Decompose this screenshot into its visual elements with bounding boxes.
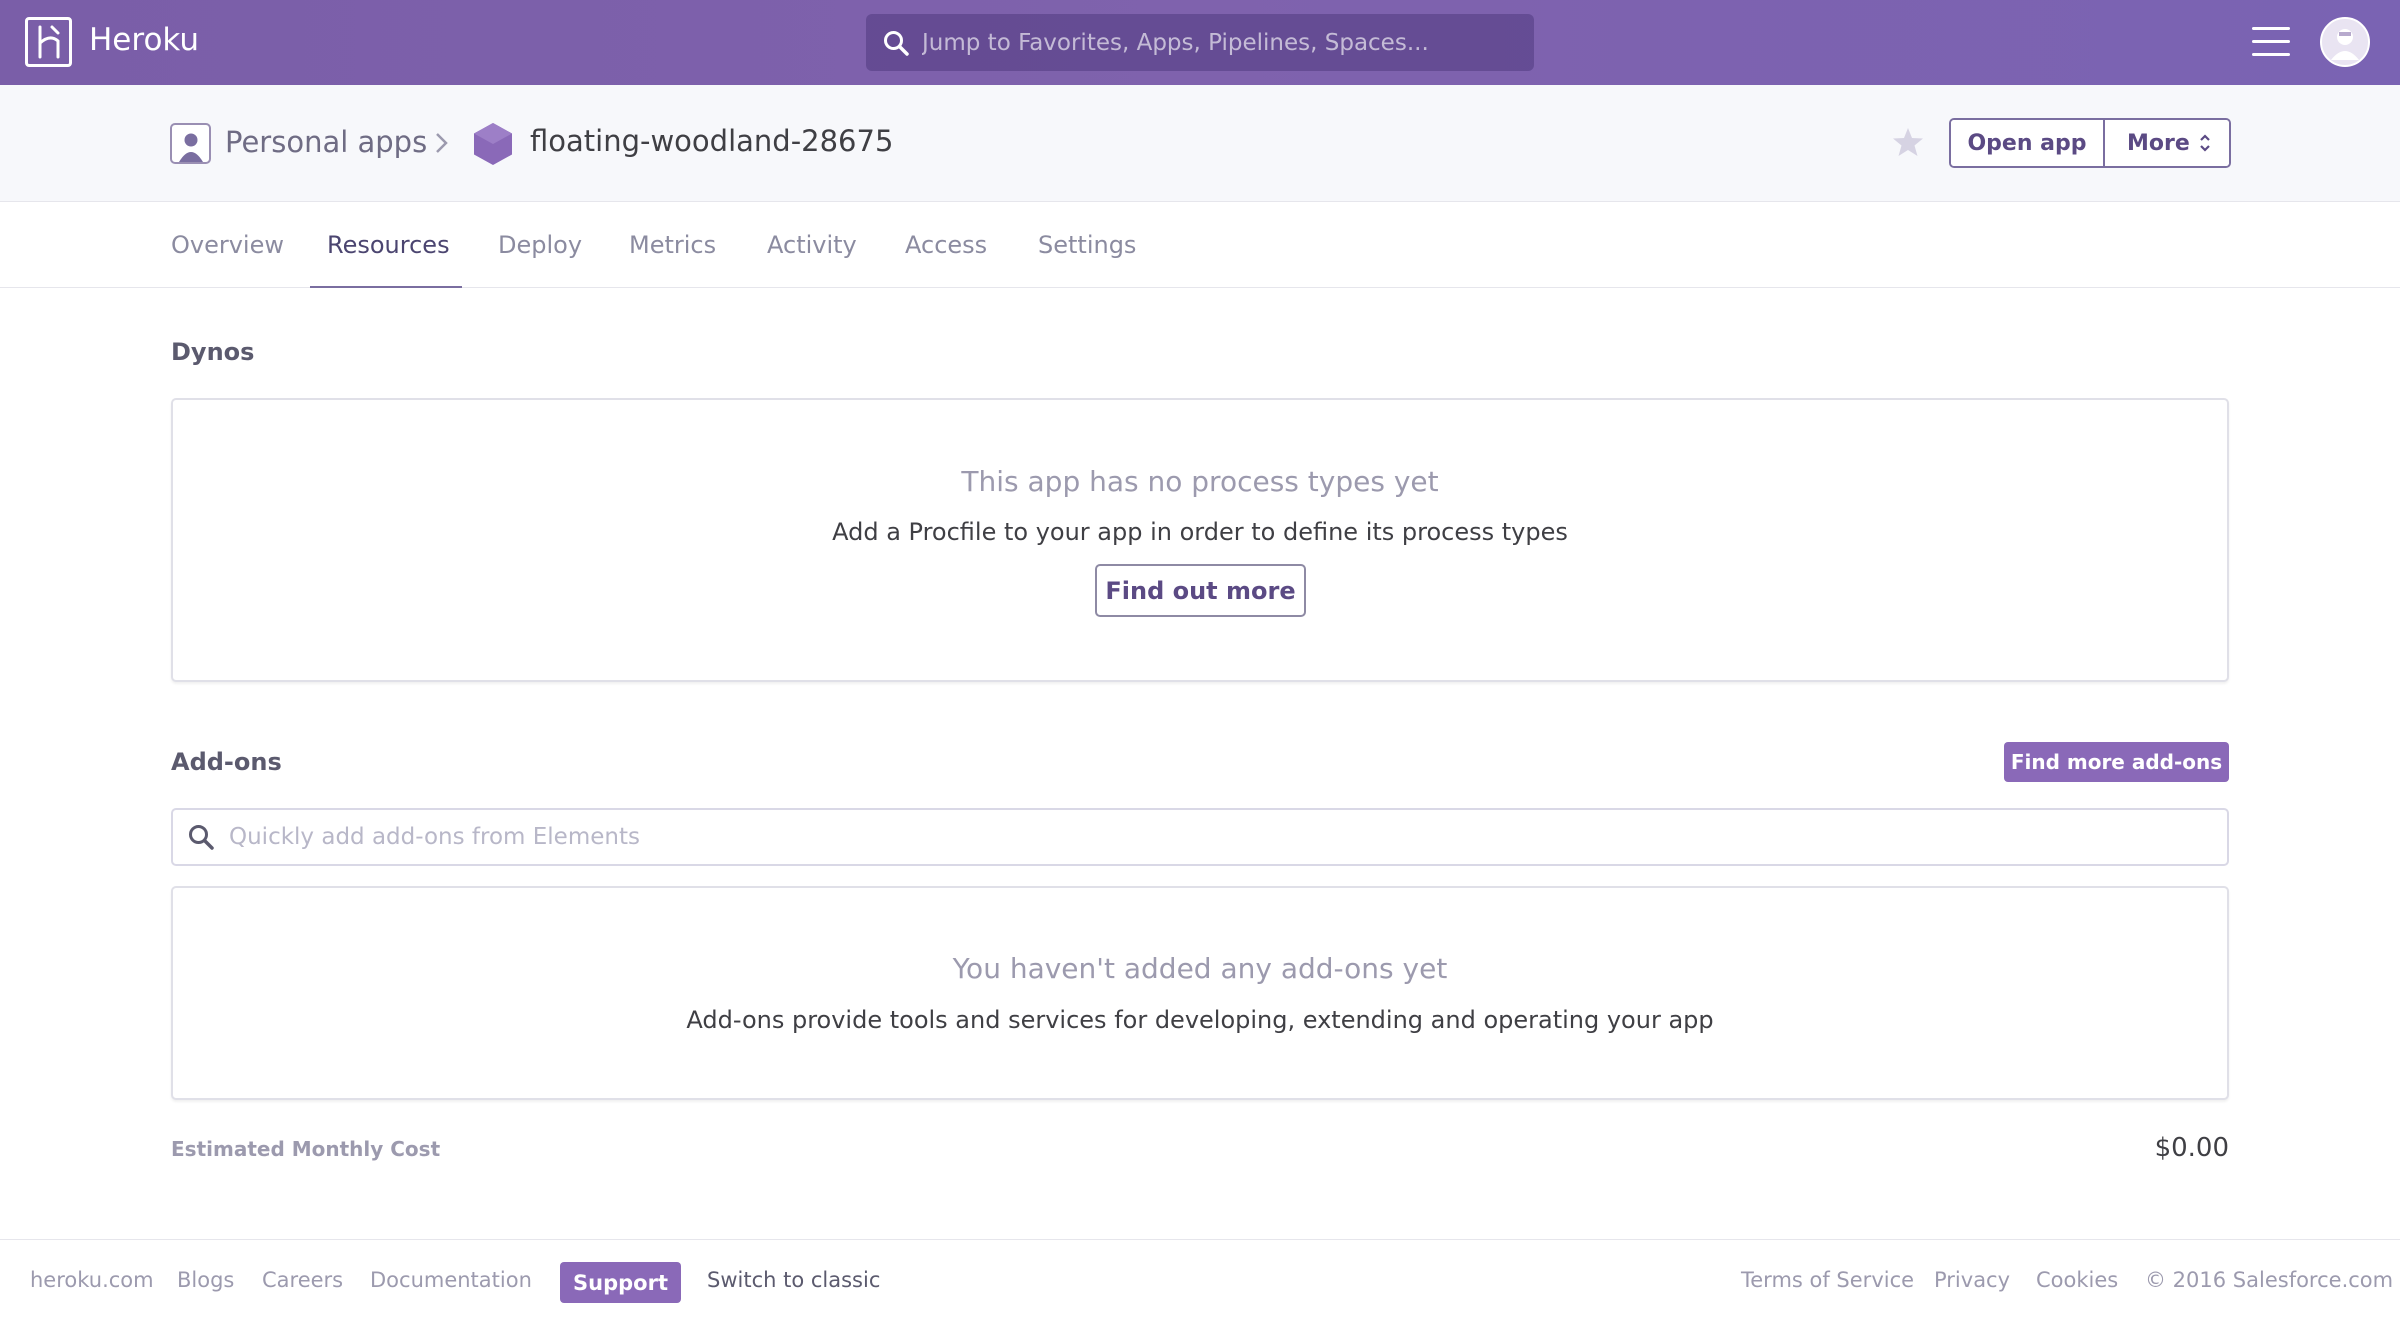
more-label: More xyxy=(2127,130,2190,156)
brand-name[interactable]: Heroku xyxy=(89,22,199,58)
addon-search-input[interactable] xyxy=(229,824,2227,850)
active-tab-indicator xyxy=(310,286,462,288)
chevron-up-down-icon xyxy=(2200,134,2210,152)
tab-deploy[interactable]: Deploy xyxy=(498,202,582,288)
hamburger-icon[interactable] xyxy=(2252,27,2290,57)
breadcrumb-personal-apps[interactable]: Personal apps xyxy=(225,125,427,159)
tab-settings[interactable]: Settings xyxy=(1038,202,1136,288)
addons-empty-text: Add-ons provide tools and services for d… xyxy=(686,1006,1714,1034)
open-app-button[interactable]: Open app xyxy=(1951,120,2103,166)
app-tabs: Overview Resources Deploy Metrics Activi… xyxy=(0,202,2400,288)
global-search-input[interactable] xyxy=(922,29,1534,56)
footer-link-terms[interactable]: Terms of Service xyxy=(1741,1268,1914,1292)
find-out-more-button[interactable]: Find out more xyxy=(1095,564,1306,617)
addons-panel: You haven't added any add-ons yet Add-on… xyxy=(171,886,2229,1100)
addon-search[interactable] xyxy=(171,808,2229,866)
global-search[interactable] xyxy=(866,14,1534,71)
tab-access[interactable]: Access xyxy=(905,202,987,288)
footer-link-careers[interactable]: Careers xyxy=(262,1268,343,1292)
personal-apps-icon xyxy=(170,123,211,164)
tab-metrics[interactable]: Metrics xyxy=(629,202,716,288)
search-icon xyxy=(189,825,214,850)
switch-to-classic-link[interactable]: Switch to classic xyxy=(707,1268,880,1292)
chevron-right-icon xyxy=(436,133,448,153)
tab-activity[interactable]: Activity xyxy=(767,202,857,288)
footer: heroku.com Blogs Careers Documentation S… xyxy=(0,1239,2400,1323)
favorite-star-icon[interactable] xyxy=(1892,126,1924,158)
heroku-logo-icon[interactable] xyxy=(25,17,72,67)
tab-overview[interactable]: Overview xyxy=(171,202,284,288)
estimated-monthly-cost-value: $0.00 xyxy=(2154,1133,2229,1163)
support-button[interactable]: Support xyxy=(560,1262,681,1303)
find-more-addons-button[interactable]: Find more add-ons xyxy=(2004,742,2229,782)
footer-link-cookies[interactable]: Cookies xyxy=(2036,1268,2118,1292)
top-navbar: Heroku xyxy=(0,0,2400,85)
dynos-empty-heading: This app has no process types yet xyxy=(961,465,1439,498)
addons-title: Add-ons xyxy=(171,748,282,776)
dynos-empty-text: Add a Procfile to your app in order to d… xyxy=(832,518,1568,546)
footer-link-heroku[interactable]: heroku.com xyxy=(30,1268,154,1292)
app-hexagon-icon xyxy=(474,123,512,165)
app-name: floating-woodland-28675 xyxy=(530,124,894,158)
footer-link-blogs[interactable]: Blogs xyxy=(177,1268,234,1292)
footer-copyright: © 2016 Salesforce.com xyxy=(2145,1268,2394,1292)
tab-resources[interactable]: Resources xyxy=(327,202,450,288)
estimated-monthly-cost-label: Estimated Monthly Cost xyxy=(171,1137,441,1161)
footer-link-privacy[interactable]: Privacy xyxy=(1934,1268,2010,1292)
addons-empty-heading: You haven't added any add-ons yet xyxy=(952,952,1448,985)
dynos-panel: This app has no process types yet Add a … xyxy=(171,398,2229,682)
app-actions: Open app More xyxy=(1949,118,2231,168)
footer-link-documentation[interactable]: Documentation xyxy=(370,1268,532,1292)
search-icon xyxy=(884,30,909,56)
dynos-title: Dynos xyxy=(171,338,255,366)
more-dropdown-button[interactable]: More xyxy=(2103,120,2229,166)
avatar-icon[interactable] xyxy=(2320,17,2370,67)
